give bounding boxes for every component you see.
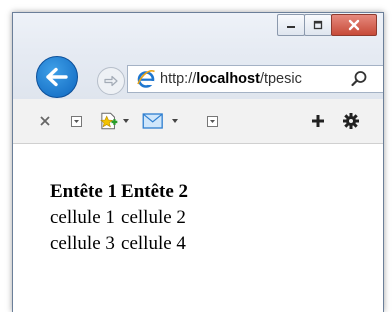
- mail-button[interactable]: [142, 99, 178, 143]
- url-text[interactable]: http://localhost/tpesic: [160, 71, 346, 87]
- data-table: Entête 1 Entête 2 cellule 1 cellule 2 ce…: [47, 178, 191, 258]
- gear-icon: [343, 113, 359, 129]
- plus-icon: [312, 115, 324, 127]
- table-cell: cellule 2: [121, 207, 186, 228]
- table-cell: cellule 4: [121, 233, 186, 254]
- table-header-row: Entête 1 Entête 2: [49, 180, 189, 204]
- url-path: /tpesic: [259, 71, 302, 87]
- close-icon: [348, 19, 360, 31]
- navigation-bar: http://localhost/tpesic: [13, 51, 383, 99]
- forward-button[interactable]: [97, 67, 125, 95]
- back-button[interactable]: [36, 56, 78, 98]
- add-button[interactable]: [309, 99, 327, 143]
- page-dropdown-button[interactable]: [205, 99, 219, 143]
- search-icon[interactable]: [350, 70, 368, 88]
- close-button[interactable]: [331, 14, 377, 36]
- page-content: Entête 1 Entête 2 cellule 1 cellule 2 ce…: [13, 144, 383, 312]
- close-tab-button[interactable]: [37, 99, 53, 143]
- chevron-down-icon: [123, 119, 130, 123]
- tools-button[interactable]: [341, 99, 361, 143]
- table-row: cellule 1 cellule 2: [49, 206, 189, 230]
- favorites-button[interactable]: [98, 99, 130, 143]
- maximize-icon: [313, 20, 323, 30]
- url-domain: localhost: [196, 71, 260, 87]
- dropdown-icon: [206, 115, 218, 127]
- forward-arrow-icon: [104, 75, 118, 87]
- table-cell: cellule 1: [50, 207, 115, 228]
- add-favorite-icon: [100, 112, 118, 130]
- command-bar: [13, 99, 383, 144]
- maximize-button[interactable]: [304, 14, 332, 36]
- address-bar[interactable]: http://localhost/tpesic: [127, 65, 383, 93]
- ie-page-icon: [137, 70, 155, 88]
- table-row: cellule 3 cellule 4: [49, 232, 189, 256]
- minimize-icon: [287, 26, 295, 28]
- table-cell: cellule 3: [50, 233, 115, 254]
- column-header: Entête 2: [121, 181, 189, 202]
- caption-buttons: [277, 14, 377, 36]
- dropdown-icon: [70, 115, 82, 127]
- column-header: Entête 1: [50, 181, 118, 202]
- browser-window: http://localhost/tpesic Entête 1 Entête …: [12, 12, 384, 312]
- chevron-down-icon: [172, 119, 178, 123]
- minimize-button[interactable]: [277, 14, 305, 36]
- back-arrow-icon: [46, 67, 68, 87]
- url-prefix: http://: [160, 71, 197, 87]
- tab-dropdown-button[interactable]: [69, 99, 83, 143]
- close-x-icon: [40, 116, 50, 126]
- title-bar: [13, 13, 383, 51]
- mail-icon: [142, 113, 163, 129]
